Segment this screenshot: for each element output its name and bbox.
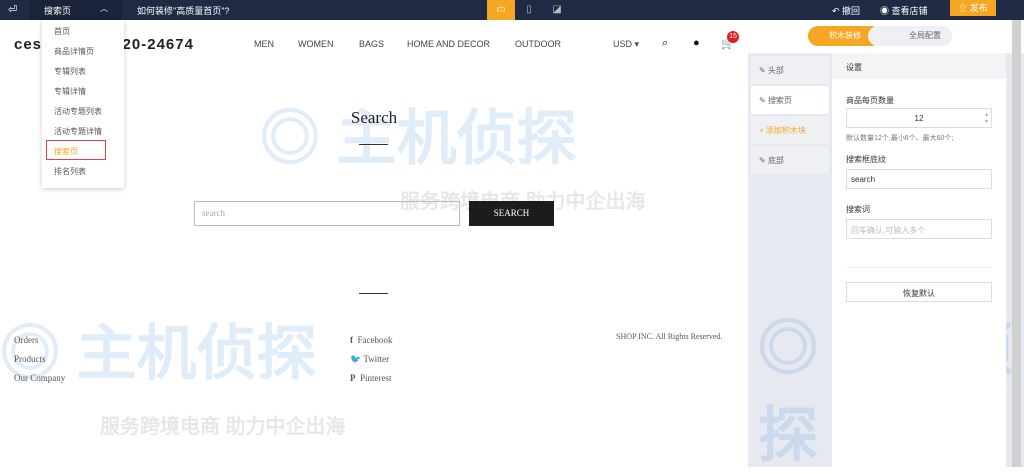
facebook-label: Facebook [357, 335, 393, 345]
settings-panel: ◎ 主机侦探 积木装修 全局配置 ✎ 头部 ✎ 搜索页 + 添加积木块 ✎ 底部… [748, 20, 1024, 469]
add-block-label: 添加积木块 [765, 126, 806, 135]
desktop-view-icon[interactable]: ▭ [487, 0, 515, 20]
publish-button[interactable]: ⇧ 发布 [950, 0, 996, 16]
placeholder-label: 搜索框底纹 [846, 155, 886, 164]
divider [359, 293, 388, 294]
scrollbar[interactable] [1012, 20, 1021, 467]
nav-women[interactable]: WOMEN [298, 39, 334, 49]
logo-text: ces [14, 36, 43, 53]
dropdown-item[interactable]: 专辑详情 [42, 80, 124, 100]
section-label: 搜索页 [767, 96, 792, 105]
per-page-value: 12 [914, 114, 924, 123]
pinterest-link[interactable]: P Pinterest [350, 373, 392, 383]
currency-label: USD [613, 39, 633, 49]
section-footer[interactable]: ✎ 底部 [751, 146, 829, 174]
fullscreen-icon[interactable]: ◪ [543, 0, 571, 20]
per-page-stepper[interactable]: 12 ▴ ▾ [846, 108, 992, 128]
keywords-label: 搜索词 [846, 205, 870, 214]
twitter-label: Twitter [363, 354, 390, 364]
per-page-hint: 默认数量12个,最小6个、最大60个; [846, 135, 954, 142]
cart-badge: 15 [727, 31, 739, 43]
currency-select[interactable]: USD ▾ [613, 39, 639, 50]
section-search[interactable]: ✎ 搜索页 [751, 86, 829, 114]
section-label: 底部 [767, 156, 784, 165]
search-input[interactable]: search [194, 201, 460, 226]
nav-men[interactable]: MEN [254, 39, 274, 49]
dropdown-item[interactable]: 专辑列表 [42, 60, 124, 80]
facebook-link[interactable]: f Facebook [350, 335, 393, 345]
stepper-arrows-icon[interactable]: ▴ ▾ [985, 111, 988, 125]
nav-home-decor[interactable]: HOME AND DECOR [407, 39, 490, 49]
publish-label: 发布 [969, 3, 988, 13]
pinterest-icon: P [350, 373, 356, 383]
twitter-link[interactable]: 🐦 Twitter [350, 354, 389, 365]
howto-link[interactable]: 如何装修"高质量首页"? [137, 4, 229, 17]
divider [846, 267, 992, 268]
page-selector[interactable]: 搜索页 ︿ [30, 0, 122, 20]
user-icon[interactable]: ● [693, 37, 700, 49]
facebook-icon: f [350, 335, 353, 345]
watermark-slogan: 服务跨境电商 助力中企出海 [100, 416, 346, 438]
twitter-icon: 🐦 [350, 354, 362, 364]
undo-button[interactable]: ↶ 撤回 [832, 4, 860, 17]
dropdown-item[interactable]: 活动专题详情 [42, 120, 124, 140]
pinterest-label: Pinterest [360, 373, 392, 383]
dropdown-item[interactable]: 活动专题列表 [42, 100, 124, 120]
page-selector-label: 搜索页 [44, 6, 72, 16]
chevron-up-icon: ︿ [100, 4, 108, 13]
dropdown-item[interactable]: 商品详情页 [42, 40, 124, 60]
add-block-button[interactable]: + 添加积木块 [751, 116, 829, 144]
reset-button[interactable]: 恢复默认 [846, 282, 992, 302]
section-label: 头部 [767, 66, 784, 75]
view-store-button[interactable]: ◉ 查看店铺 [880, 4, 928, 17]
dropdown-item[interactable]: 首页 [42, 20, 124, 40]
nav-bags[interactable]: BAGS [359, 39, 384, 49]
footer-link-company[interactable]: Our Company [14, 373, 65, 383]
dropdown-item[interactable]: 排名列表 [42, 160, 124, 180]
divider [359, 144, 388, 145]
footer-link-products[interactable]: Products [14, 354, 46, 364]
tab-global[interactable]: 全局配置 [868, 26, 952, 46]
per-page-label: 商品每页数量 [846, 96, 894, 105]
panel-tabs: 积木装修 全局配置 [748, 20, 1024, 53]
nav-outdoor[interactable]: OUTDOOR [515, 39, 561, 49]
copyright: SHOP INC. All Rights Reserved. [616, 332, 723, 341]
search-button[interactable]: SEARCH [469, 201, 554, 226]
top-toolbar: ⏎ 搜索页 ︿ 如何装修"高质量首页"? ▭ ▯ ◪ ↶ 撤回 ◉ 查看店铺 ⇧ … [0, 0, 1024, 20]
exit-icon[interactable]: ⏎ [8, 3, 17, 16]
search-icon[interactable]: ⌕ [662, 37, 668, 50]
store-phone: 020-24674 [113, 36, 194, 53]
watermark-logo: ◎ 主机侦探 [260, 105, 577, 172]
view-store-label: 查看店铺 [891, 6, 928, 16]
dropdown-item-selected[interactable]: 搜索页 [46, 140, 106, 160]
footer-link-orders[interactable]: Orders [14, 335, 39, 345]
section-header[interactable]: ✎ 头部 [751, 56, 829, 84]
settings-title: 设置 [832, 53, 1006, 79]
keywords-input[interactable]: 回车确认,可输入多个 [846, 219, 992, 239]
undo-label: 撤回 [842, 6, 861, 16]
page-dropdown: 首页 商品详情页 专辑列表 专辑详情 活动专题列表 活动专题详情 搜索页 排名列… [42, 20, 124, 188]
placeholder-input[interactable]: search [846, 169, 992, 189]
settings-form: 设置 商品每页数量 12 ▴ ▾ 默认数量12个,最小6个、最大60个; 搜索框底纹… [832, 53, 1006, 467]
mobile-view-icon[interactable]: ▯ [515, 0, 543, 20]
